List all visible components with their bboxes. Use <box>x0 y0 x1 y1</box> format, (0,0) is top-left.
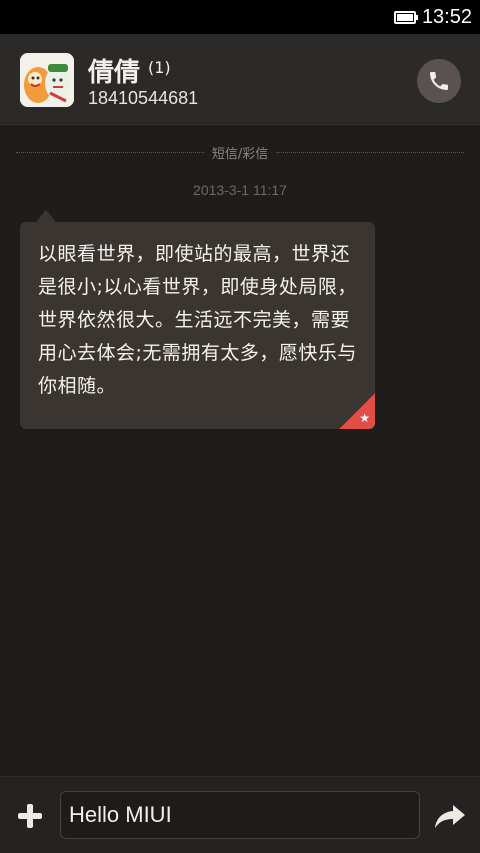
status-bar: 13:52 <box>0 0 480 34</box>
send-button[interactable] <box>430 799 470 833</box>
send-arrow-icon <box>435 805 465 828</box>
bubble-tail <box>36 210 56 222</box>
conversation-header: 倩倩 (1) 18410544681 <box>0 34 480 127</box>
battery-icon <box>393 10 418 24</box>
phone-icon <box>430 72 448 90</box>
plus-icon <box>18 804 42 828</box>
message-type-label: 短信/彩信 <box>211 146 269 162</box>
star-icon: ★ <box>359 411 370 425</box>
contact-name: 倩倩 <box>88 58 141 88</box>
contact-phone-number: 18410544681 <box>88 88 199 108</box>
message-timestamp: 2013-3-1 11:17 <box>193 182 287 198</box>
message-type-divider: 短信/彩信 <box>16 142 465 162</box>
composer-bar <box>0 776 480 853</box>
unread-count: (1) <box>148 58 171 77</box>
message-text: 以眼看世界，即使站的最高，世界还是很小;以心看世界，即使身处局限，世界依然很大。… <box>38 243 357 397</box>
status-time: 13:52 <box>421 5 472 28</box>
contact-avatar[interactable] <box>20 53 74 107</box>
message-bubble[interactable]: 以眼看世界，即使站的最高，世界还是很小;以心看世界，即使身处局限，世界依然很大。… <box>20 222 375 429</box>
call-button[interactable] <box>417 59 461 103</box>
message-input[interactable] <box>60 791 420 839</box>
add-attachment-button[interactable] <box>13 799 47 833</box>
